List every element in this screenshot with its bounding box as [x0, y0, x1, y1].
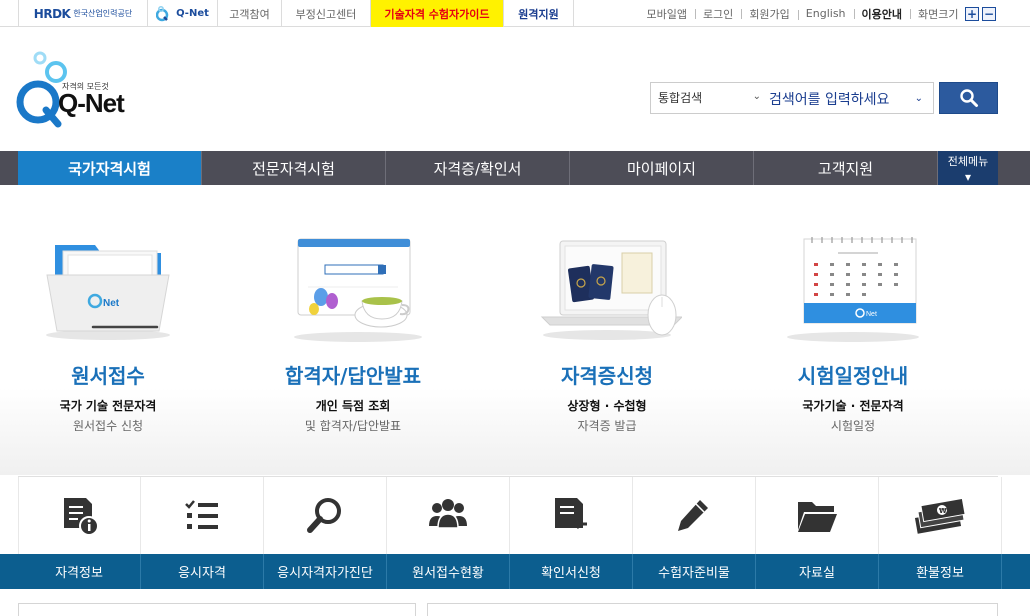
feature-card-schedule[interactable]: Net 시험일정안내 국가기술 · 전문자격 시험일정 — [753, 185, 953, 475]
feature-description: 및 합격자/답안발표 — [304, 419, 402, 433]
usage-guide-link[interactable]: 이용안내 — [853, 6, 910, 22]
feature-title: 자격증신청 — [561, 364, 653, 388]
feature-subtitle: 국가기술 · 전문자격 — [802, 399, 904, 413]
utility-links: 모바일앱 로그인 회원가입 English 이용안내 화면크기 + − — [638, 0, 1004, 27]
svg-text:Net: Net — [103, 298, 120, 309]
hrdk-mark: HRDK — [33, 6, 71, 21]
chevron-down-icon: ▾ — [964, 170, 972, 184]
examinee-guide-link[interactable]: 기술자격 수험자가이드 — [371, 0, 504, 27]
search-icon — [959, 89, 978, 107]
feature-subtitle: 국가 기술 전문자격 — [59, 399, 157, 413]
laptop-passport-illustration-icon — [540, 240, 682, 340]
search-input[interactable]: 검색어를 입력하세요 ⌄ — [769, 82, 934, 114]
search-placeholder: 검색어를 입력하세요 — [769, 92, 890, 108]
quick-label-library[interactable]: 자료실 — [756, 554, 879, 589]
nav-customer-support[interactable]: 고객지원 — [754, 151, 938, 185]
login-link[interactable]: 로그인 — [694, 6, 741, 22]
main-navigation: 국가자격시험 전문자격시험 자격증/확인서 마이페이지 고객지원 전체메뉴 ▾ — [0, 151, 1030, 185]
browser-teacup-illustration-icon — [294, 238, 422, 342]
remote-support-link[interactable]: 원격지원 — [504, 0, 574, 27]
quick-label-exam-supplies[interactable]: 수험자준비물 — [633, 554, 756, 589]
nav-certificate[interactable]: 자격증/확인서 — [386, 151, 570, 185]
all-menu-button[interactable]: 전체메뉴 ▾ — [938, 151, 998, 185]
customer-participation-link[interactable]: 고객참여 — [218, 0, 282, 27]
feature-title: 합격자/답안발표 — [284, 364, 422, 388]
money-icon: ₩ — [914, 497, 966, 534]
document-info-icon — [63, 498, 99, 536]
feature-card-certificate[interactable]: 자격증신청 상장형 · 수첩형 자격증 발급 — [507, 185, 707, 475]
feature-description: 시험일정 — [830, 419, 876, 433]
quick-label-qualification-info[interactable]: 자격정보 — [18, 554, 141, 589]
svg-text:₩: ₩ — [939, 507, 947, 515]
quick-label-eligibility[interactable]: 응시자격 — [141, 554, 264, 589]
chevron-down-icon: ⌄ — [914, 93, 923, 104]
qnet-small-icon — [156, 5, 169, 21]
quick-menu-labels: 자격정보 응시자격 응시자격자가진단 원서접수현황 확인서신청 수험자준비물 자… — [0, 554, 1030, 589]
svg-text:Net: Net — [866, 311, 877, 318]
document-return-icon — [555, 498, 587, 530]
info-panel — [427, 603, 998, 616]
feature-description: 자격증 발급 — [577, 419, 637, 433]
folder-illustration-icon: Net — [46, 245, 170, 340]
feature-description: 원서접수 신청 — [72, 419, 144, 433]
fraud-report-link[interactable]: 부정신고센터 — [282, 0, 371, 27]
magnifier-icon — [307, 498, 341, 533]
pencil-icon — [678, 500, 708, 531]
quick-item-library[interactable] — [756, 477, 879, 555]
zoom-control: 화면크기 + − — [910, 6, 1004, 22]
notice-panel — [18, 603, 416, 616]
zoom-label: 화면크기 — [918, 7, 959, 21]
feature-title: 원서접수 — [71, 364, 145, 388]
zoom-in-button[interactable]: + — [965, 6, 979, 21]
quick-item-application-status[interactable] — [387, 477, 510, 555]
search-scope-select[interactable]: 통합검색 ⌄ — [650, 82, 770, 114]
nav-mypage[interactable]: 마이페이지 — [570, 151, 754, 185]
nav-professional-exam[interactable]: 전문자격시험 — [202, 151, 386, 185]
calendar-illustration-icon: Net — [787, 237, 919, 342]
signup-link[interactable]: 회원가입 — [741, 6, 797, 22]
quick-item-eligibility[interactable] — [141, 477, 264, 555]
feature-card-results[interactable]: 합격자/답안발표 개인 득점 조회 및 합격자/답안발표 — [253, 185, 453, 475]
search-button[interactable] — [939, 82, 998, 114]
quick-menu-icons: ₩ — [18, 476, 1002, 555]
qnet-logo[interactable]: 자격의 모든것 Q-Net — [16, 50, 136, 130]
quick-label-confirmation-request[interactable]: 확인서신청 — [510, 554, 633, 589]
quick-item-self-diagnosis[interactable] — [264, 477, 387, 555]
feature-title: 시험일정안내 — [797, 364, 909, 388]
search-scope-value: 통합검색 — [658, 91, 703, 105]
feature-area: Net 원서접수 국가 기술 전문자격 원서접수 신청 합격자/답안발표 개인 … — [0, 185, 1030, 475]
feature-subtitle: 개인 득점 조회 — [315, 399, 391, 413]
chevron-down-icon: ⌄ — [752, 91, 761, 102]
top-utility-bar: HRDK 한국산업인력공단 Q-Net 고객참여 부정신고센터 기술자격 수험자… — [0, 0, 1030, 27]
checklist-icon — [185, 500, 218, 529]
feature-card-application[interactable]: Net 원서접수 국가 기술 전문자격 원서접수 신청 — [8, 185, 208, 475]
quick-item-exam-supplies[interactable] — [633, 477, 756, 555]
feature-subtitle: 상장형 · 수첩형 — [567, 399, 647, 413]
quick-item-qualification-info[interactable] — [18, 477, 141, 555]
quick-item-confirmation-request[interactable] — [510, 477, 633, 555]
folder-icon — [798, 502, 837, 532]
hrdk-name: 한국산업인력공단 — [73, 9, 133, 18]
zoom-out-button[interactable]: − — [982, 6, 996, 21]
qnet-small-logo-link[interactable]: Q-Net — [148, 0, 218, 27]
all-menu-label: 전체메뉴 — [947, 155, 989, 168]
quick-label-refund-info[interactable]: 환불정보 — [879, 554, 1002, 589]
mobile-app-link[interactable]: 모바일앱 — [638, 6, 694, 22]
nav-national-exam[interactable]: 국가자격시험 — [18, 151, 202, 185]
hrdk-logo-link[interactable]: HRDK 한국산업인력공단 — [18, 0, 148, 27]
quick-label-application-status[interactable]: 원서접수현황 — [387, 554, 510, 589]
quick-item-refund-info[interactable]: ₩ — [879, 477, 1002, 555]
logo-wordmark: Q-Net — [58, 88, 125, 118]
people-icon — [429, 499, 467, 529]
site-header: 자격의 모든것 Q-Net 통합검색 ⌄ 검색어를 입력하세요 ⌄ — [0, 27, 1030, 151]
english-link[interactable]: English — [797, 7, 854, 20]
qnet-small-text: Q-Net — [176, 8, 209, 19]
quick-label-self-diagnosis[interactable]: 응시자격자가진단 — [264, 554, 387, 589]
